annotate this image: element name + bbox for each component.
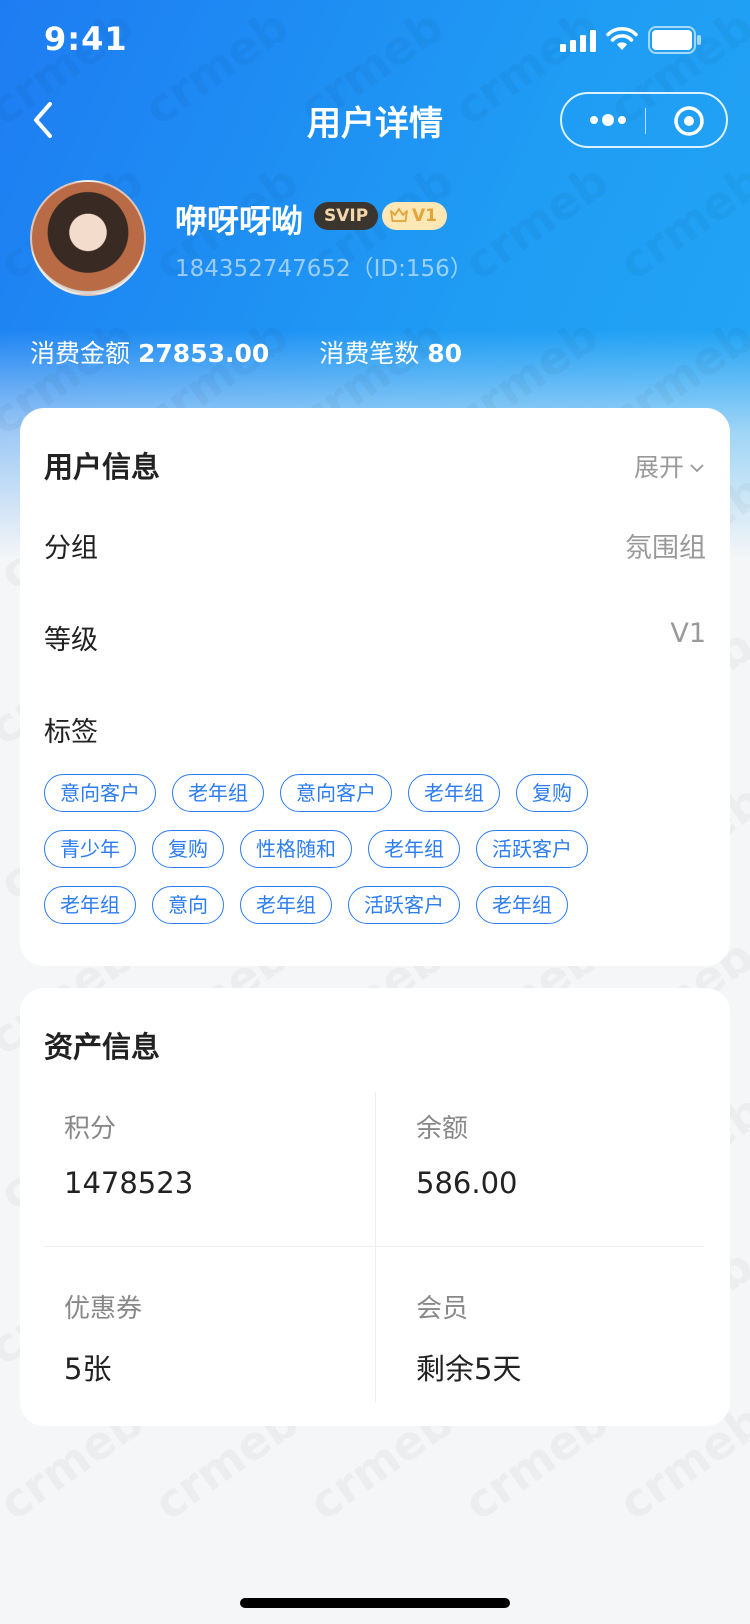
member-value[interactable]: 剩余5天 bbox=[416, 1346, 521, 1388]
expand-label: 展开 bbox=[633, 453, 684, 482]
chevron-down-icon bbox=[690, 464, 704, 473]
avatar bbox=[30, 180, 146, 296]
mini-program-capsule bbox=[560, 92, 728, 148]
tags-label: 标签 bbox=[44, 717, 98, 748]
tag-item[interactable]: 老年组 bbox=[240, 886, 332, 924]
phone-and-id: 184352747652（ID:156） bbox=[175, 256, 473, 282]
spend-count-value: 80 bbox=[427, 339, 463, 368]
status-bar: 9:41 bbox=[0, 0, 750, 80]
target-icon[interactable] bbox=[672, 104, 706, 138]
tag-item[interactable]: 意向 bbox=[152, 886, 224, 924]
asset-info-card: 资产信息 积分 1478523 余额 586.00 优惠券 5张 会员 剩余5天 bbox=[20, 988, 730, 1426]
level-badge-label: V1 bbox=[412, 206, 437, 226]
capsule-divider bbox=[645, 108, 646, 134]
tag-item[interactable]: 意向客户 bbox=[44, 774, 156, 812]
user-info-title: 用户信息 bbox=[44, 450, 161, 484]
user-info-card: 用户信息 展开 分组 氛围组 等级 V1 标签 意向客户 老年组 意向客户 老年组 复购… bbox=[20, 408, 730, 966]
balance-value[interactable]: 586.00 bbox=[416, 1166, 517, 1200]
points-label: 积分 bbox=[64, 1114, 117, 1144]
asset-divider-horizontal bbox=[44, 1246, 704, 1247]
level-value: V1 bbox=[670, 618, 706, 649]
spend-count-label: 消费笔数 bbox=[319, 339, 420, 368]
balance-label: 余额 bbox=[416, 1114, 469, 1144]
level-badge: V1 bbox=[382, 202, 447, 230]
spend-count: 消费笔数 80 bbox=[319, 334, 462, 370]
spend-amount-value: 27853.00 bbox=[138, 339, 270, 368]
points-value[interactable]: 1478523 bbox=[64, 1166, 193, 1200]
tag-item[interactable]: 老年组 bbox=[368, 830, 460, 868]
home-indicator bbox=[240, 1598, 510, 1608]
tag-item[interactable]: 老年组 bbox=[408, 774, 500, 812]
signal-icon bbox=[560, 30, 596, 52]
tag-item[interactable]: 老年组 bbox=[44, 886, 136, 924]
tag-item[interactable]: 活跃客户 bbox=[348, 886, 460, 924]
expand-button[interactable]: 展开 bbox=[634, 448, 704, 484]
asset-info-title: 资产信息 bbox=[44, 1030, 161, 1064]
group-label: 分组 bbox=[44, 533, 98, 564]
username: 咿呀呀呦 bbox=[175, 202, 304, 240]
tag-item[interactable]: 活跃客户 bbox=[476, 830, 588, 868]
asset-divider-vertical bbox=[375, 1092, 376, 1402]
status-time: 9:41 bbox=[44, 20, 128, 58]
tag-item[interactable]: 意向客户 bbox=[280, 774, 392, 812]
coupon-label: 优惠券 bbox=[64, 1294, 143, 1324]
wifi-icon bbox=[606, 27, 638, 50]
tag-item[interactable]: 性格随和 bbox=[240, 830, 352, 868]
spend-amount-label: 消费金额 bbox=[30, 339, 131, 368]
tag-item[interactable]: 老年组 bbox=[172, 774, 264, 812]
spend-stats: 消费金额 27853.00 消费笔数 80 bbox=[30, 334, 504, 370]
level-label: 等级 bbox=[44, 625, 98, 656]
member-label: 会员 bbox=[416, 1294, 469, 1324]
tag-item[interactable]: 老年组 bbox=[476, 886, 568, 924]
tag-item[interactable]: 复购 bbox=[516, 774, 588, 812]
coupon-value[interactable]: 5张 bbox=[64, 1346, 111, 1388]
crown-icon bbox=[390, 208, 408, 222]
tag-item[interactable]: 青少年 bbox=[44, 830, 136, 868]
svip-badge: SVIP bbox=[314, 202, 379, 230]
tag-list: 意向客户 老年组 意向客户 老年组 复购 青少年 复购 性格随和 老年组 活跃客户 老年组 意向 老年组… bbox=[44, 774, 704, 942]
tag-item[interactable]: 复购 bbox=[152, 830, 224, 868]
more-icon[interactable] bbox=[588, 110, 628, 130]
group-value: 氛围组 bbox=[625, 533, 706, 564]
battery-icon bbox=[648, 26, 701, 54]
spend-amount: 消费金额 27853.00 bbox=[30, 334, 269, 370]
